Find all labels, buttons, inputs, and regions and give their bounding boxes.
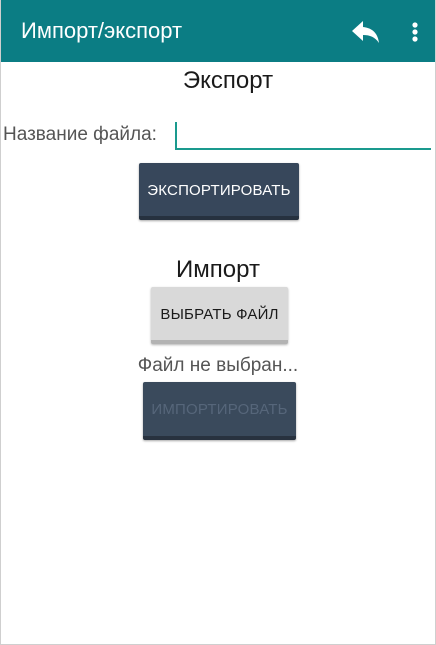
app-bar: Импорт/экспорт <box>1 0 435 62</box>
choose-file-button[interactable]: ВЫБРАТЬ ФАЙЛ <box>151 287 288 344</box>
filename-input[interactable] <box>175 118 431 150</box>
export-section-title: Экспорт <box>182 67 274 94</box>
export-button[interactable]: ЭКСПОРТИРОВАТЬ <box>139 163 299 220</box>
app-bar-title: Импорт/экспорт <box>21 18 183 43</box>
more-vertical-icon <box>412 22 418 42</box>
reply-icon <box>352 21 379 43</box>
app-window: Импорт/экспорт Экспорт Название файла: Э… <box>0 0 436 645</box>
file-status-text: Файл не выбран... <box>137 355 299 376</box>
import-button[interactable]: ИМПОРТИРОВАТЬ <box>143 382 296 440</box>
text-cursor <box>175 122 177 148</box>
overflow-menu-button[interactable] <box>405 18 425 46</box>
back-button[interactable] <box>349 18 383 46</box>
import-section-title: Импорт <box>176 256 260 283</box>
filename-label: Название файла: <box>3 124 157 145</box>
